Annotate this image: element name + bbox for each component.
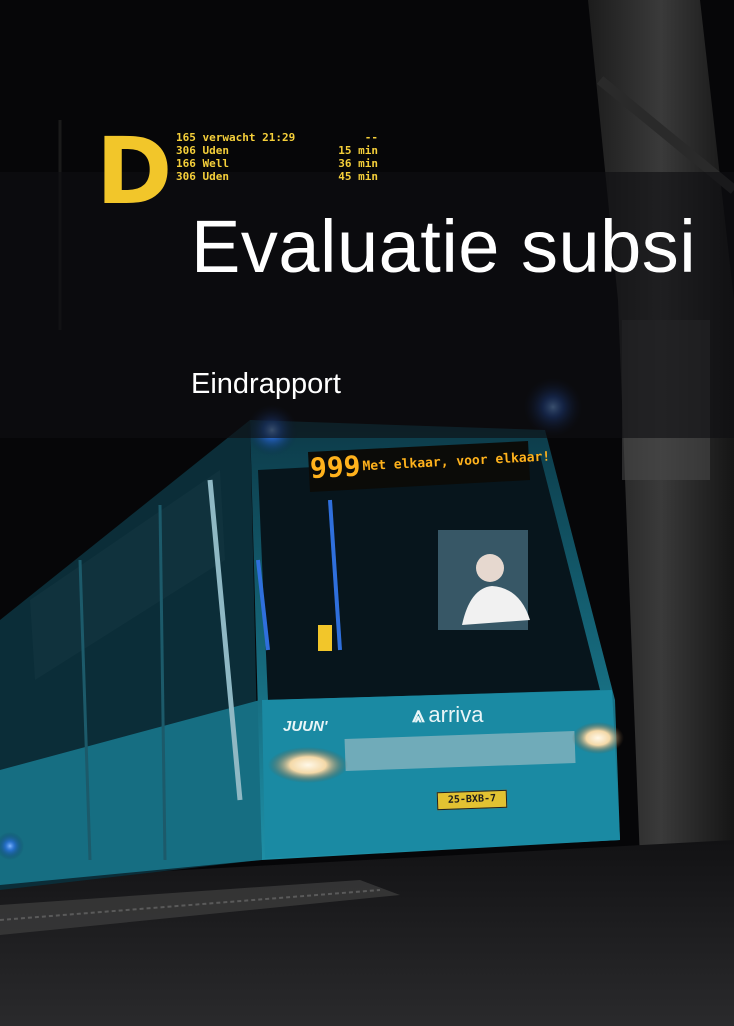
platform-letter: D bbox=[96, 118, 173, 225]
departure-board: 165 verwacht 21:29 -- 306 Uden 15 min 16… bbox=[176, 131, 396, 183]
bus-windshield bbox=[258, 455, 600, 700]
bus-brand-text: arriva bbox=[428, 702, 484, 727]
report-title: Evaluatie subsi bbox=[191, 205, 697, 288]
headlight-left bbox=[268, 747, 348, 783]
bus-destination-text: Met elkaar, voor elkaar! bbox=[362, 449, 551, 475]
arriva-logo-icon: ⩓ bbox=[412, 702, 425, 727]
headlight-right bbox=[572, 722, 624, 754]
departure-row: 165 verwacht 21:29 -- bbox=[176, 131, 378, 144]
departure-row: 306 Uden 45 min bbox=[176, 170, 378, 183]
report-cover: D 165 verwacht 21:29 -- 306 Uden 15 min … bbox=[0, 0, 734, 1026]
bus-brand: ⩓ arriva bbox=[412, 702, 483, 728]
departure-row: 306 Uden 15 min bbox=[176, 144, 378, 157]
report-subtitle: Eindrapport bbox=[191, 368, 341, 400]
departure-row: 166 Well 36 min bbox=[176, 157, 378, 170]
bus-route-number: 999 bbox=[309, 449, 362, 485]
driver-head bbox=[476, 554, 504, 582]
license-plate: 25-BXB-7 bbox=[436, 789, 508, 811]
bus-side-label: JUUN' bbox=[283, 718, 328, 735]
